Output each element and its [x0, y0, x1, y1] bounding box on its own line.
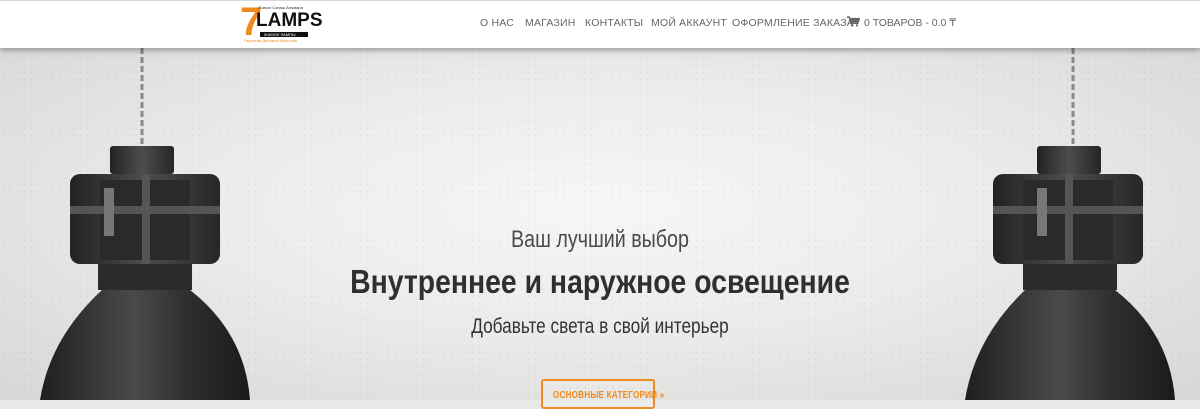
hero-tagline: Добавьте света в свой интерьер: [471, 315, 729, 338]
cart-icon: [847, 16, 861, 30]
hero-banner: [0, 48, 1200, 400]
pendant-lamp-right-image: [965, 48, 1175, 400]
cart-link[interactable]: 0 ТОВАРОВ - 0.0 ₸: [847, 16, 956, 30]
nav-item-shop[interactable]: МАГАЗИН: [525, 17, 576, 29]
main-categories-button-label: ОСНОВНЫЕ КАТЕГОРИИ »: [552, 390, 665, 401]
site-header: 7 Жамол Сапаш Алмаара LAMPS ЖАМОЛ ЛАМПЫ …: [0, 0, 1200, 48]
logo-tagline: Гарантия Делимой Качества: [244, 38, 297, 43]
logo-bar-text: ЖАМОЛ ЛАМПЫ: [264, 32, 296, 37]
nav-item-checkout[interactable]: ОФОРМЛЕНИЕ ЗАКАЗА: [732, 17, 854, 29]
nav-item-contacts[interactable]: КОНТАКТЫ: [585, 17, 643, 29]
pendant-lamp-left-image: [40, 48, 250, 400]
header-top-border: [0, 0, 1200, 1]
cart-label: 0 ТОВАРОВ - 0.0 ₸: [864, 16, 956, 29]
main-categories-button[interactable]: ОСНОВНЫЕ КАТЕГОРИИ »: [541, 379, 665, 409]
logo-word: LAMPS: [256, 10, 323, 31]
hero-subtitle: Ваш лучший выбор: [511, 226, 689, 253]
nav-item-my-account[interactable]: МОЙ АККАУНТ: [651, 17, 727, 29]
nav-item-about[interactable]: О НАС: [480, 17, 514, 29]
hero-title: Внутреннее и наружное освещение: [350, 263, 850, 300]
site-logo[interactable]: 7 Жамол Сапаш Алмаара LAMPS ЖАМОЛ ЛАМПЫ …: [240, 2, 323, 44]
